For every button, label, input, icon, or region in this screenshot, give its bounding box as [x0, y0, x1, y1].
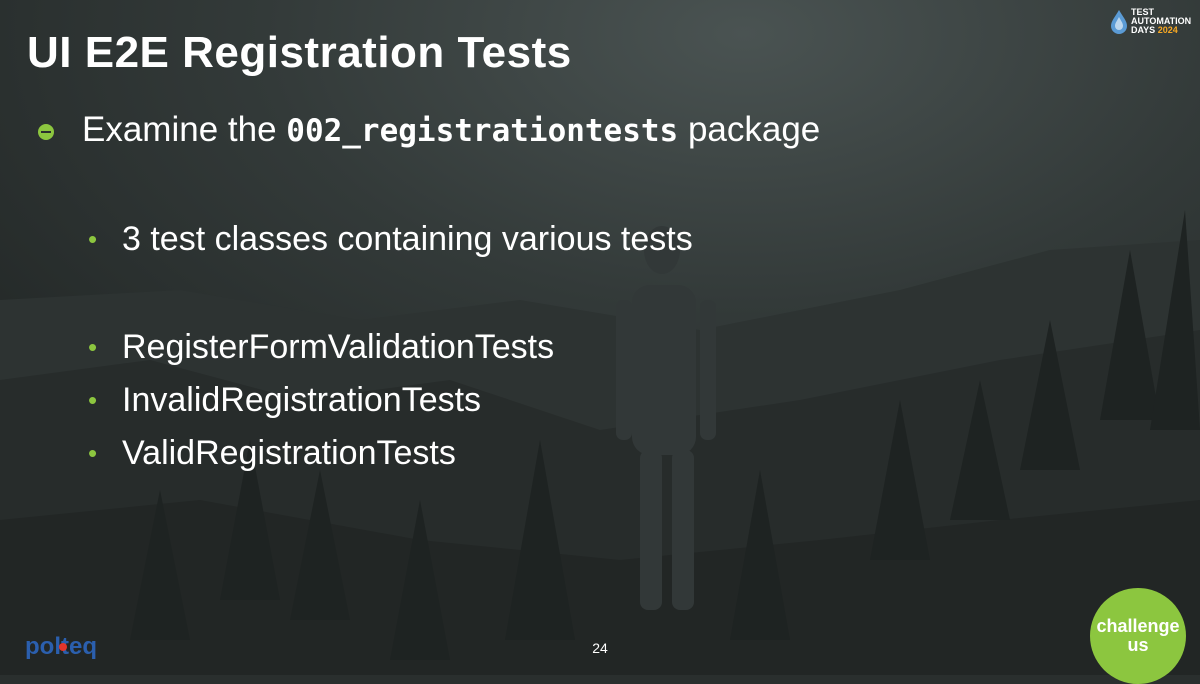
page-number: 24 [592, 640, 608, 656]
challenge-us-logo: challenge us [1090, 588, 1186, 684]
challenge-line1: challenge [1096, 616, 1180, 636]
sub-bullet-text: 3 test classes containing various tests [122, 220, 693, 258]
tad-line3: DAYS 2024 [1131, 26, 1191, 35]
tad-days: DAYS [1131, 25, 1156, 35]
main-bullet: Examine the 002_registrationtests packag… [38, 110, 820, 150]
challenge-line2: us [1127, 635, 1149, 655]
main-bullet-suffix: package [678, 110, 821, 149]
tad-text: TEST AUTOMATION DAYS 2024 [1131, 8, 1191, 35]
polteq-dot [59, 643, 67, 651]
main-bullet-prefix: Examine the [82, 110, 287, 149]
test-automation-days-logo: TEST AUTOMATION DAYS 2024 [1110, 8, 1191, 35]
sub-bullet: • ValidRegistrationTests [88, 434, 456, 473]
sub-bullet: • 3 test classes containing various test… [88, 220, 693, 259]
sub-bullet-text: RegisterFormValidationTests [122, 328, 555, 366]
tad-year: 2024 [1157, 25, 1178, 35]
sub-bullet-text: InvalidRegistrationTests [122, 381, 482, 419]
bullet-icon: • [88, 224, 98, 254]
bullet-icon [38, 124, 54, 140]
slide-title: UI E2E Registration Tests [27, 28, 572, 77]
bullet-icon: • [88, 385, 98, 415]
main-bullet-text: Examine the 002_registrationtests packag… [82, 110, 820, 150]
drop-icon [1111, 9, 1127, 34]
sub-bullet: • RegisterFormValidationTests [88, 328, 554, 367]
package-name: 002_registrationtests [286, 113, 679, 149]
bullet-icon: • [88, 438, 98, 468]
bullet-icon: • [88, 332, 98, 362]
sub-bullet: • InvalidRegistrationTests [88, 381, 481, 420]
sub-bullet-text: ValidRegistrationTests [122, 434, 456, 472]
polteq-logo: polteq [25, 633, 97, 660]
